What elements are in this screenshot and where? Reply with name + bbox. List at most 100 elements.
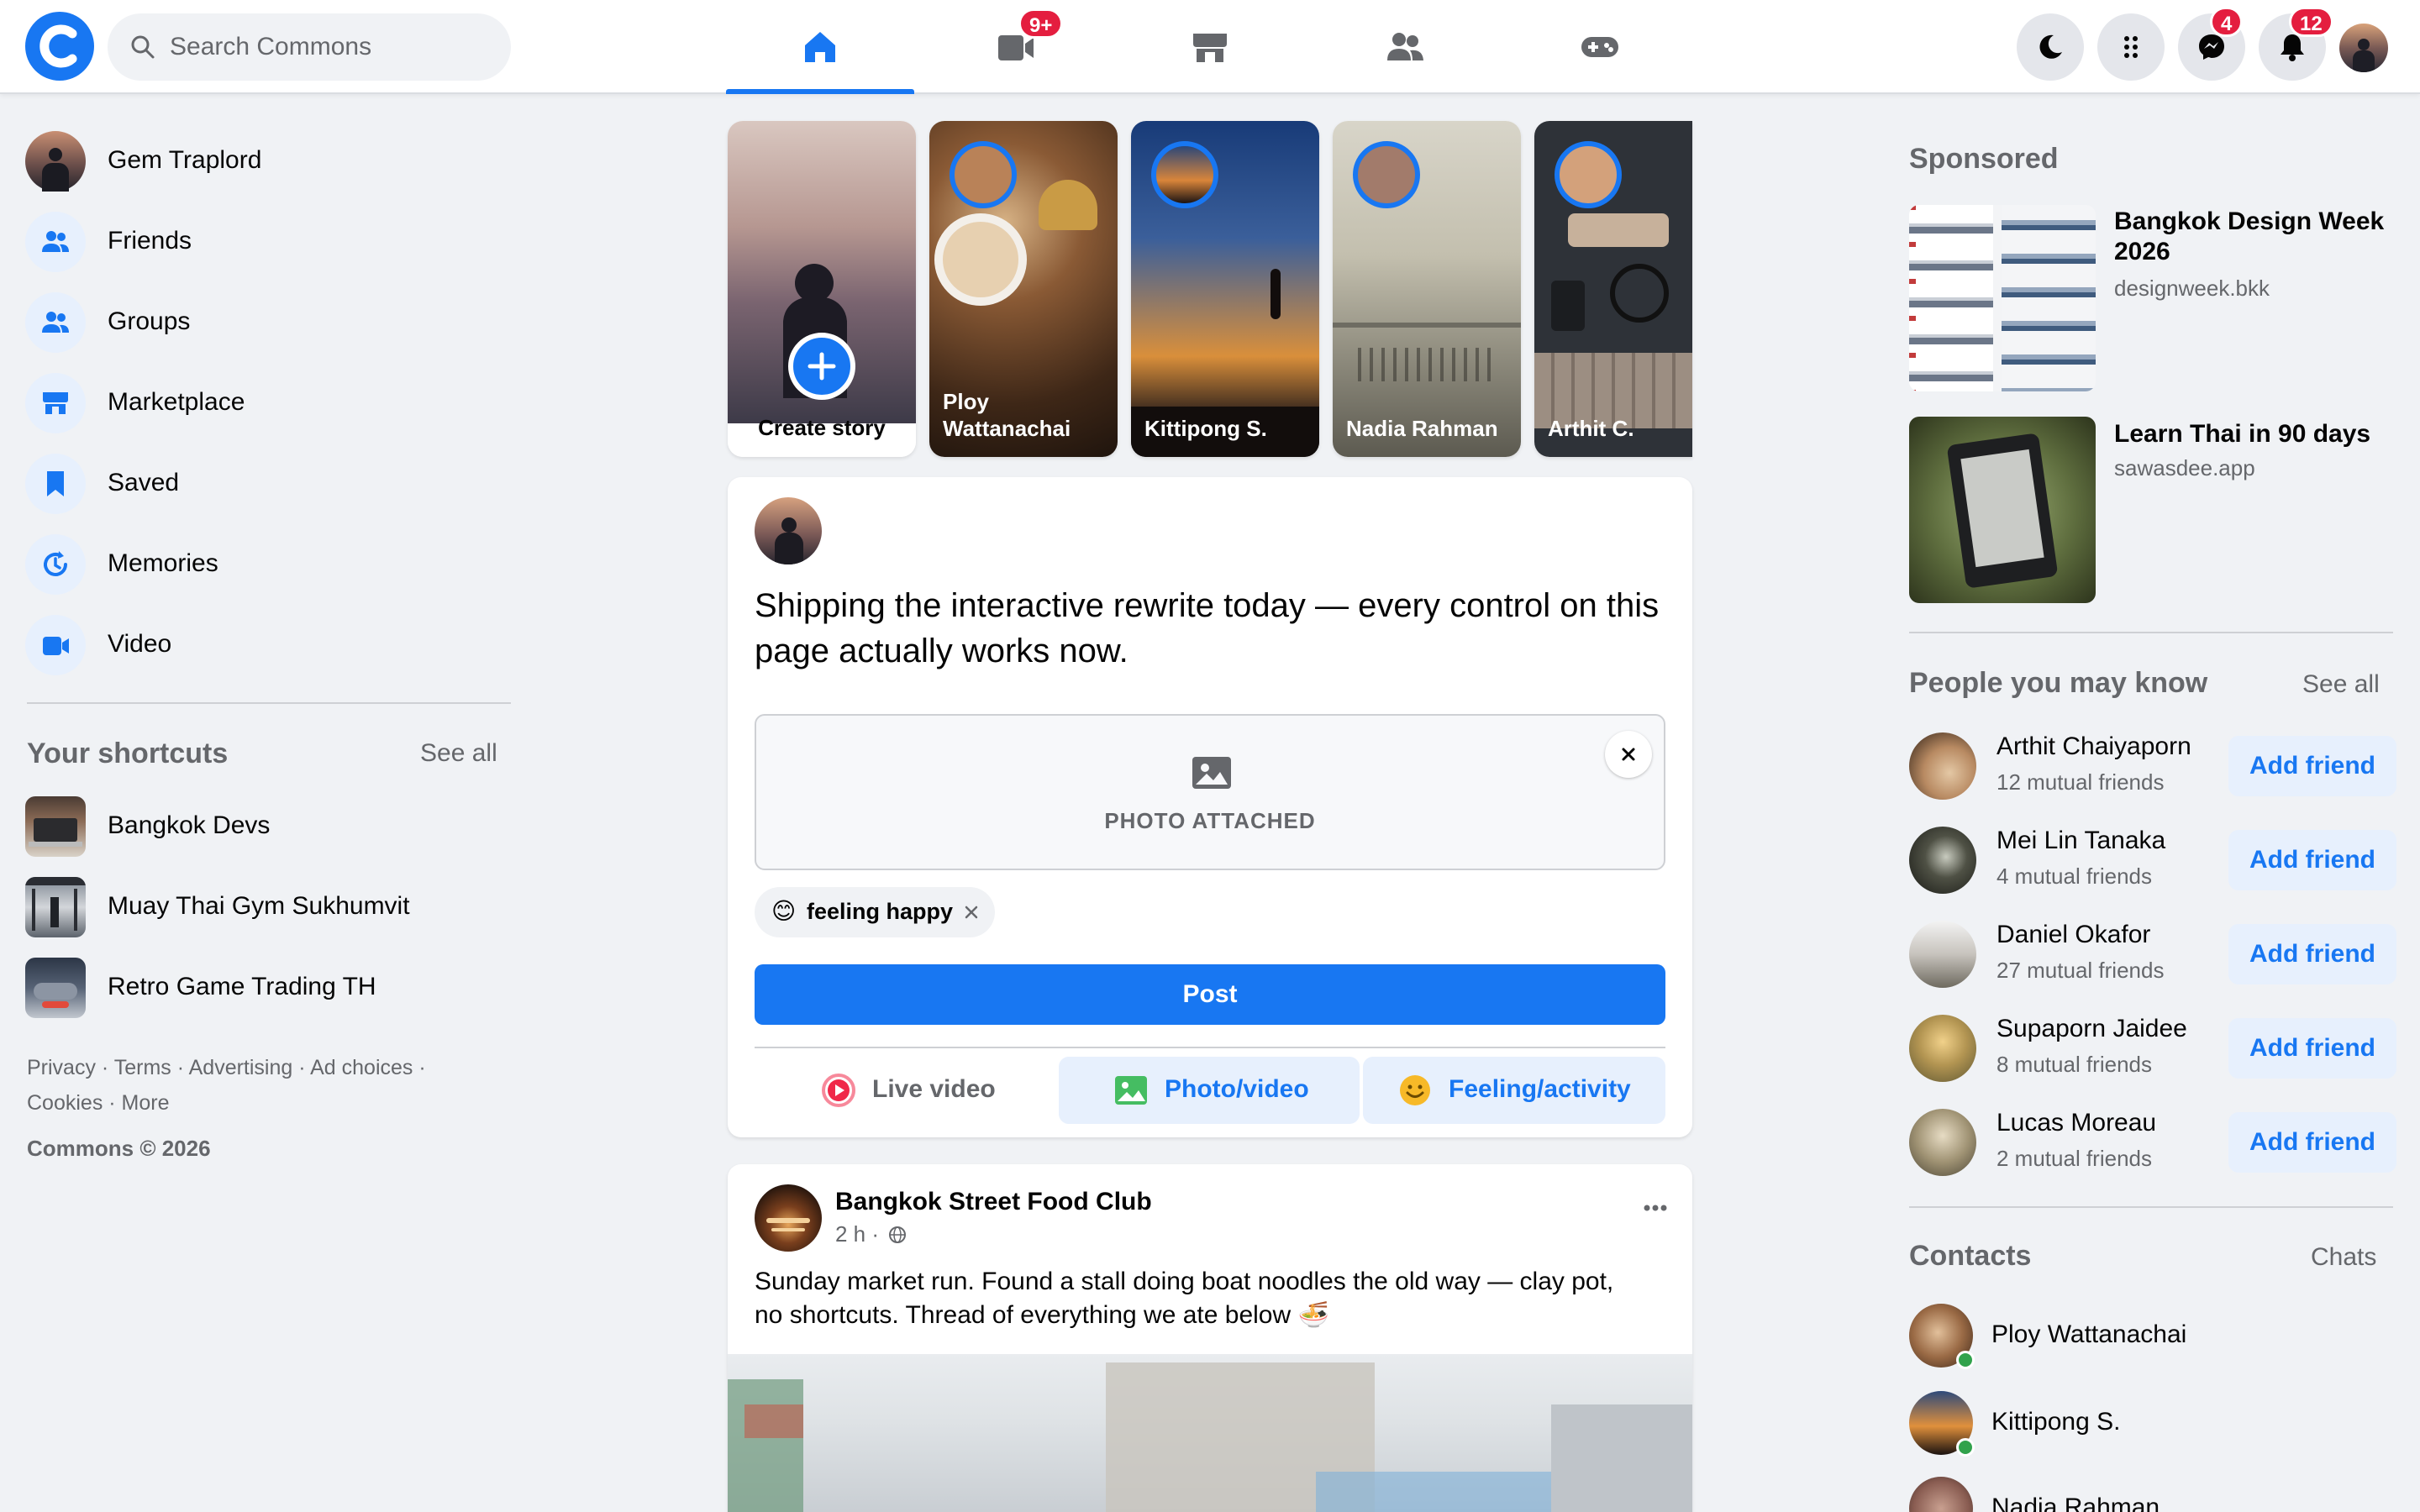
add-friend-button[interactable]: Add friend <box>2228 1112 2396 1173</box>
post-button[interactable]: Post <box>755 964 1665 1025</box>
tab-gaming[interactable] <box>1506 0 1694 94</box>
image-icon <box>1192 757 1231 789</box>
composer-text[interactable]: Shipping the interactive rewrite today —… <box>755 583 1670 674</box>
footer-links-line1[interactable]: Privacy · Terms · Advertising · Ad choic… <box>27 1050 497 1085</box>
search-input[interactable]: Search Commons <box>108 13 511 81</box>
right-divider <box>1909 632 2393 633</box>
online-indicator <box>1956 1351 1975 1369</box>
ad-title-line1: Bangkok Design Week <box>2114 207 2385 235</box>
create-story-card[interactable]: Create story <box>728 121 916 457</box>
story-author: Nadia Rahman <box>1346 416 1498 441</box>
shortcut-item[interactable]: Retro Game Trading TH <box>25 954 513 1021</box>
add-friend-button[interactable]: Add friend <box>2228 736 2396 796</box>
tab-groups[interactable] <box>1311 0 1499 94</box>
add-friend-button[interactable]: Add friend <box>2228 924 2396 984</box>
commons-logo[interactable] <box>25 12 94 81</box>
story-author: Arthit C. <box>1548 416 1634 441</box>
sidebar-item-label: Groups <box>108 307 191 335</box>
chats-link[interactable]: Chats <box>2311 1243 2376 1272</box>
post-image[interactable] <box>728 1354 1692 1512</box>
contact-item[interactable]: Nadia Rahman <box>1909 1477 2396 1512</box>
shortcut-thumbnail <box>25 877 86 937</box>
story-card[interactable]: Arthit C. <box>1534 121 1692 457</box>
grid-menu-icon <box>2124 36 2138 58</box>
shortcut-item[interactable]: Muay Thai Gym Sukhumvit <box>25 874 513 941</box>
sidebar-item-label: Marketplace <box>108 388 245 416</box>
footer-links[interactable]: Privacy · Terms · Advertising · Ad choic… <box>27 1050 497 1121</box>
feeling-activity-button[interactable]: Feeling/activity <box>1363 1057 1665 1124</box>
post-author-name[interactable]: Bangkok Street Food Club <box>835 1188 1152 1216</box>
person-mutual: 2 mutual friends <box>1996 1146 2152 1171</box>
tab-video[interactable]: 9+ <box>921 0 1109 94</box>
person-mutual: 4 mutual friends <box>1996 864 2152 889</box>
shortcut-item[interactable]: Bangkok Devs <box>25 793 513 860</box>
person-name[interactable]: Arthit Chaiyaporn <box>1996 732 2191 761</box>
contact-item[interactable]: Ploy Wattanachai <box>1909 1304 2396 1371</box>
smiley-icon: 😊 <box>771 898 797 924</box>
video-icon <box>25 615 86 675</box>
post-options-button[interactable] <box>1632 1196 1679 1243</box>
add-friend-button[interactable]: Add friend <box>2228 1018 2396 1079</box>
person-avatar[interactable] <box>1909 1015 1976 1082</box>
story-card[interactable]: Kittipong S. <box>1131 121 1319 457</box>
story-avatar <box>1555 141 1622 208</box>
person-avatar[interactable] <box>1909 1109 1976 1176</box>
ad-domain: designweek.bkk <box>2114 276 2270 301</box>
post-timestamp[interactable]: 2 h · <box>835 1221 907 1247</box>
post-author-avatar[interactable] <box>755 1184 822 1252</box>
sidebar-item-label: Gem Traplord <box>108 146 262 174</box>
messages-button[interactable]: 4 <box>2178 7 2245 81</box>
story-author: Kittipong S. <box>1144 416 1267 441</box>
story-card[interactable]: Ploy Wattanachai <box>929 121 1118 457</box>
globe-icon <box>889 1226 907 1243</box>
sidebar-item-saved[interactable]: Saved <box>25 450 513 517</box>
suggested-person: Arthit Chaiyaporn 12 mutual friends Add … <box>1909 726 2396 806</box>
person-name[interactable]: Mei Lin Tanaka <box>1996 827 2165 855</box>
composer-avatar[interactable] <box>755 497 822 564</box>
photo-video-button[interactable]: Photo/video <box>1059 1057 1360 1124</box>
add-friend-button[interactable]: Add friend <box>2228 830 2396 890</box>
account-avatar[interactable] <box>2339 24 2388 72</box>
sidebar-item-groups[interactable]: Groups <box>25 289 513 356</box>
add-story-button[interactable] <box>788 333 855 400</box>
search-placeholder: Search Commons <box>170 33 372 60</box>
live-video-label: Live video <box>872 1075 996 1103</box>
person-avatar[interactable] <box>1909 827 1976 894</box>
post-time: 2 h · <box>835 1221 880 1247</box>
tab-marketplace[interactable] <box>1116 0 1304 94</box>
shortcut-thumbnail <box>25 796 86 857</box>
menu-button[interactable] <box>2097 13 2165 81</box>
sidebar-item-video[interactable]: Video <box>25 612 513 679</box>
sidebar-item-friends[interactable]: Friends <box>25 208 513 276</box>
people-see-all-link[interactable]: See all <box>2302 670 2380 699</box>
person-name[interactable]: Daniel Okafor <box>1996 921 2150 949</box>
person-name[interactable]: Supaporn Jaidee <box>1996 1015 2187 1043</box>
remove-feeling-icon[interactable] <box>963 904 980 921</box>
photo-video-label: Photo/video <box>1165 1075 1309 1103</box>
story-card[interactable]: Nadia Rahman <box>1333 121 1521 457</box>
dark-mode-button[interactable] <box>2017 13 2084 81</box>
person-avatar[interactable] <box>1909 732 1976 800</box>
shortcuts-see-all-link[interactable]: See all <box>420 739 497 768</box>
people-title: People you may know <box>1909 667 2208 699</box>
sponsored-ad[interactable]: Bangkok Design Week 2026 designweek.bkk <box>1909 205 2396 391</box>
contact-item[interactable]: Kittipong S. <box>1909 1391 2396 1458</box>
sidebar-item-profile[interactable]: Gem Traplord <box>25 128 513 195</box>
sidebar-item-marketplace[interactable]: Marketplace <box>25 370 513 437</box>
remove-photo-button[interactable] <box>1605 731 1652 778</box>
feeling-chip: 😊 feeling happy <box>755 887 995 937</box>
video-badge: 9+ <box>1018 8 1064 39</box>
suggested-person: Lucas Moreau 2 mutual friends Add friend <box>1909 1102 2396 1183</box>
groups-icon <box>25 292 86 353</box>
live-video-button[interactable]: Live video <box>755 1057 1057 1124</box>
online-indicator <box>1956 1438 1975 1457</box>
person-name[interactable]: Lucas Moreau <box>1996 1109 2156 1137</box>
create-story-label: Create story <box>758 415 886 440</box>
post-text-line2: no shortcuts. Thread of everything we at… <box>755 1301 1329 1329</box>
tab-home[interactable] <box>726 0 914 94</box>
sponsored-ad[interactable]: Learn Thai in 90 days sawasdee.app <box>1909 417 2396 603</box>
sidebar-item-memories[interactable]: Memories <box>25 531 513 598</box>
footer-links-line2[interactable]: Cookies · More <box>27 1085 497 1121</box>
person-avatar[interactable] <box>1909 921 1976 988</box>
notifications-button[interactable]: 12 <box>2259 7 2333 81</box>
